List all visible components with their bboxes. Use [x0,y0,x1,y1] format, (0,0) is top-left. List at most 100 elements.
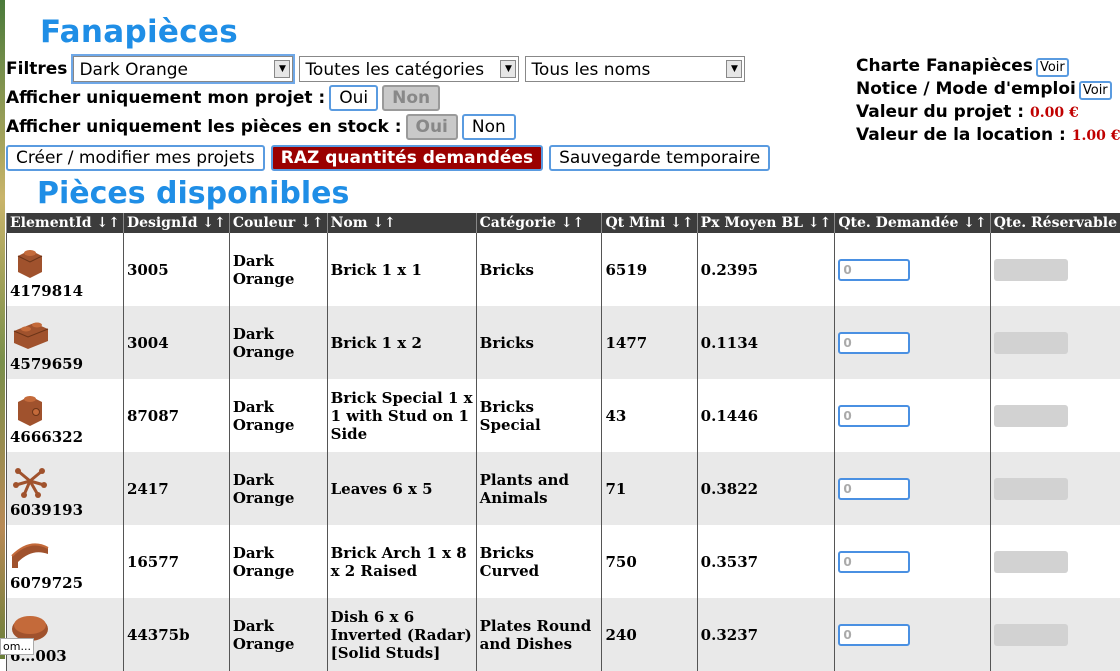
color: Dark Orange [229,306,327,379]
element-cell: 6039193 [7,452,124,525]
element-id: 6079725 [10,574,120,592]
chevron-down-icon: ▼ [274,60,290,78]
avg-price: 0.1134 [697,306,835,379]
category: Bricks [476,306,602,379]
filters-label: Filtres [6,59,67,79]
stock-only-label: Afficher uniquement les pièces en stock … [6,117,402,137]
qty-requested-input[interactable]: 0 [838,624,910,646]
element-id: 6039193 [10,501,120,519]
category: Bricks Curved [476,525,602,598]
part-name: Brick Special 1 x 1 with Stud on 1 Side [327,379,476,452]
avg-price: 0.3537 [697,525,835,598]
manual-info: Notice / Mode d'emploiVoir [856,79,1112,99]
element-cell: 4579659 [7,306,124,379]
stock-only-no-button[interactable]: Non [462,114,516,140]
qty-requested-input[interactable]: 0 [838,478,910,500]
qt-min: 71 [602,452,697,525]
qty-requested-input[interactable]: 0 [838,259,910,281]
qty-cell: 0 [835,525,990,598]
avg-price: 0.2395 [697,233,835,306]
col-avg-price[interactable]: Px Moyen BL ↓↑ [697,213,835,233]
col-qty-reservable: Qte. Réservable [990,213,1120,233]
avg-price: 0.3237 [697,598,835,671]
actions-row: Créer / modifier mes projets RAZ quantit… [2,145,770,171]
color: Dark Orange [229,452,327,525]
charter-view-button[interactable]: Voir [1036,58,1069,77]
color: Dark Orange [229,379,327,452]
qt-min: 240 [602,598,697,671]
table-header-row: ElementId ↓↑ DesignId ↓↑ Couleur ↓↑ Nom … [7,213,1120,233]
name-filter-select[interactable]: Tous les noms ▼ [525,56,745,82]
design-id: 16577 [123,525,229,598]
element-cell: 6079725 [7,525,124,598]
col-qty-requested[interactable]: Qte. Demandée ↓↑ [835,213,990,233]
col-element-id[interactable]: ElementId ↓↑ [7,213,124,233]
reservable-cell [990,379,1120,452]
color-filter-select[interactable]: Dark Orange ▼ [73,56,293,82]
col-name[interactable]: Nom ↓↑ [327,213,476,233]
stock-only-row: Afficher uniquement les pièces en stock … [6,114,516,140]
qty-cell: 0 [835,306,990,379]
qt-min: 43 [602,379,697,452]
category: Bricks Special [476,379,602,452]
table-row: 4666322 87087 Dark Orange Brick Special … [7,379,1120,452]
brick-1x2-icon[interactable] [10,315,50,355]
col-design-id[interactable]: DesignId ↓↑ [123,213,229,233]
qty-requested-input[interactable]: 0 [838,551,910,573]
manage-projects-button[interactable]: Créer / modifier mes projets [6,145,265,171]
qty-requested-input[interactable]: 0 [838,332,910,354]
chevron-down-icon: ▼ [726,60,742,78]
qty-reservable-field [994,624,1068,646]
project-only-label: Afficher uniquement mon projet : [6,88,325,108]
rental-value: Valeur de la location : 1.00 € [856,125,1120,145]
category-filter-select[interactable]: Toutes les catégories ▼ [299,56,519,82]
part-name: Dish 6 x 6 Inverted (Radar) [Solid Studs… [327,598,476,671]
category: Plants and Animals [476,452,602,525]
category: Plates Round and Dishes [476,598,602,671]
design-id: 44375b [123,598,229,671]
reset-quantities-button[interactable]: RAZ quantités demandées [271,145,543,171]
color: Dark Orange [229,525,327,598]
qt-min: 1477 [602,306,697,379]
part-name: Brick 1 x 2 [327,306,476,379]
project-value: Valeur du projet : 0.00 € [856,102,1079,122]
brick-1x1-icon[interactable] [10,242,50,282]
part-name: Leaves 6 x 5 [327,452,476,525]
avg-price: 0.1446 [697,379,835,452]
chevron-down-icon: ▼ [500,60,516,78]
reservable-cell [990,525,1120,598]
project-value-amount: 0.00 € [1030,105,1079,121]
project-only-no-button[interactable]: Non [382,85,440,111]
qty-reservable-field [994,332,1068,354]
qty-reservable-field [994,551,1068,573]
design-id: 3004 [123,306,229,379]
stock-only-yes-button[interactable]: Oui [406,114,458,140]
qty-reservable-field [994,405,1068,427]
design-id: 3005 [123,233,229,306]
qty-cell: 0 [835,379,990,452]
site-title: Fanapièces [40,14,238,50]
color: Dark Orange [229,233,327,306]
qty-cell: 0 [835,452,990,525]
status-tooltip: om... [0,638,34,655]
col-category[interactable]: Catégorie ↓↑ [476,213,602,233]
leaves-icon[interactable] [10,461,50,501]
reservable-cell [990,233,1120,306]
qty-requested-input[interactable]: 0 [838,405,910,427]
design-id: 87087 [123,379,229,452]
brick-special-icon[interactable] [10,388,50,428]
table-row: 6079725 16577 Dark Orange Brick Arch 1 x… [7,525,1120,598]
charter-info: Charte FanapiècesVoir [856,56,1069,76]
reservable-cell [990,452,1120,525]
arch-icon[interactable] [10,534,50,574]
project-only-row: Afficher uniquement mon projet : Oui Non [6,85,440,111]
col-color[interactable]: Couleur ↓↑ [229,213,327,233]
part-name: Brick 1 x 1 [327,233,476,306]
qt-min: 750 [602,525,697,598]
left-edge-strip [0,0,5,659]
temporary-save-button[interactable]: Sauvegarde temporaire [549,145,770,171]
project-only-yes-button[interactable]: Oui [329,85,378,111]
manual-view-button[interactable]: Voir [1079,81,1112,100]
col-qt-min[interactable]: Qt Mini ↓↑ [602,213,697,233]
qt-min: 6519 [602,233,697,306]
